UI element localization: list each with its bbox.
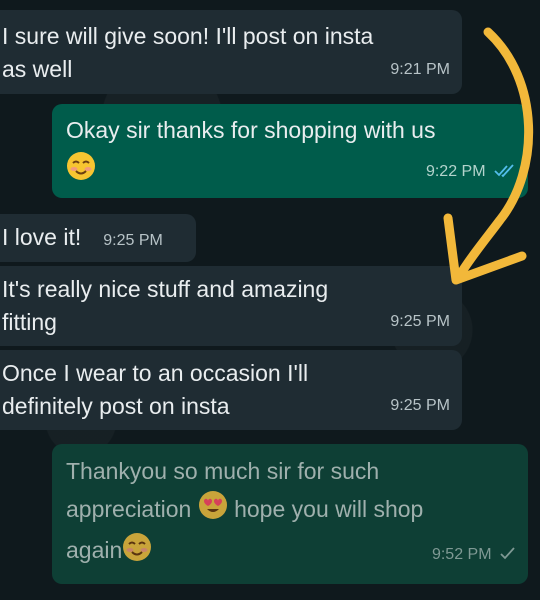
highlight-arrow-icon [443, 27, 534, 285]
